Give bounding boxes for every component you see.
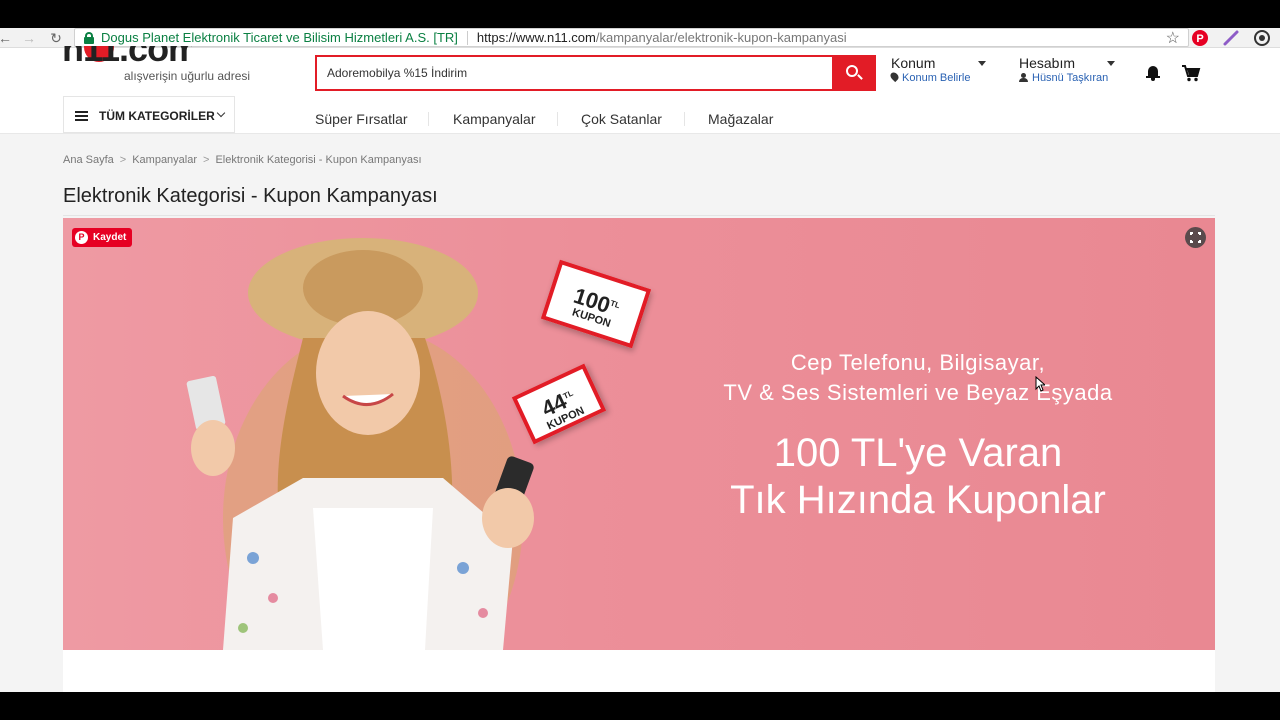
address-divider [466, 30, 468, 45]
pen-extension-icon[interactable] [1222, 29, 1240, 47]
location-pin-icon [888, 70, 901, 83]
location-menu[interactable]: Konum Konum Belirle [888, 55, 987, 87]
breadcrumb-campaigns[interactable]: Kampanyalar [132, 154, 197, 166]
campaign-banner[interactable]: 100TL KUPON 44TL KUPON Cep Telefonu, Bil… [63, 218, 1215, 650]
menu-icon [75, 111, 88, 121]
chevron-down-icon [216, 108, 226, 118]
content-card [63, 650, 1215, 692]
pinterest-icon: P [75, 231, 88, 244]
letterbox-bottom [0, 692, 1280, 720]
bookmark-star-icon[interactable]: ☆ [1166, 28, 1180, 48]
address-bar[interactable]: Dogus Planet Elektronik Ticaret ve Bilis… [74, 28, 1189, 47]
location-sub: Konum Belirle [888, 70, 987, 84]
fullscreen-icon[interactable] [1185, 227, 1206, 248]
notification-bell-icon[interactable] [1146, 65, 1160, 81]
svg-text:P: P [1196, 33, 1203, 45]
browser-toolbar: ← → ↻ Dogus Planet Elektronik Ticaret ve… [0, 28, 1280, 48]
all-categories-button[interactable]: TÜM KATEGORİLER [63, 96, 235, 133]
user-icon [1019, 73, 1028, 82]
certificate-name: Dogus Planet Elektronik Ticaret ve Bilis… [101, 30, 458, 45]
pinterest-extension-icon[interactable]: P [1191, 29, 1209, 47]
logo-text: n11.com [62, 46, 192, 69]
search-input[interactable] [317, 57, 817, 89]
lock-icon [83, 31, 95, 44]
categories-label: TÜM KATEGORİLER [99, 109, 215, 123]
search-button[interactable] [832, 55, 876, 91]
menu-stores[interactable]: Mağazalar [708, 111, 773, 127]
url-host: https://www.n11.com [476, 30, 596, 45]
menu-campaigns[interactable]: Kampanyalar [453, 111, 536, 127]
cart-icon[interactable] [1181, 64, 1201, 82]
banner-subheading: Cep Telefonu, Bilgisayar, TV & Ses Siste… [723, 350, 1113, 405]
forward-icon[interactable]: → [18, 29, 40, 47]
breadcrumb: Ana Sayfa > Kampanyalar > Elektronik Kat… [63, 154, 422, 166]
breadcrumb-home[interactable]: Ana Sayfa [63, 154, 114, 166]
chevron-down-icon [978, 61, 986, 66]
title-divider [63, 215, 1215, 216]
back-icon[interactable]: ← [0, 29, 16, 47]
breadcrumb-current: Elektronik Kategorisi - Kupon Kampanyası [215, 154, 422, 166]
account-title: Hesabım [1019, 55, 1076, 71]
menu-divider [557, 112, 558, 126]
banner-headline: 100 TL'ye Varan Tık Hızında Kuponlar [730, 431, 1106, 522]
location-title: Konum [891, 55, 936, 71]
account-menu[interactable]: Hesabım Hüsnü Taşkıran [1019, 55, 1119, 87]
url-path: /kampanyalar/elektronik-kupon-kampanyasi [595, 30, 847, 45]
account-user: Hüsnü Taşkıran [1019, 72, 1119, 84]
browser-window: ← → ↻ Dogus Planet Elektronik Ticaret ve… [0, 28, 1280, 692]
reload-icon[interactable]: ↻ [45, 29, 67, 47]
letterbox-top [0, 0, 1280, 28]
menu-divider [428, 112, 429, 126]
menu-divider [684, 112, 685, 126]
mouse-cursor-icon [1035, 376, 1045, 392]
chevron-down-icon [1107, 61, 1115, 66]
pinterest-save-button[interactable]: P Kaydet [72, 228, 133, 247]
breadcrumb-separator: > [203, 154, 210, 166]
breadcrumb-separator: > [119, 154, 127, 166]
search-bar [315, 55, 876, 91]
page-title: Elektronik Kategorisi - Kupon Kampanyası [63, 185, 438, 207]
menu-best-sellers[interactable]: Çok Satanlar [581, 111, 662, 127]
extension-icon[interactable] [1253, 29, 1271, 47]
site-slogan: alışverişin uğurlu adresi [124, 69, 251, 83]
menu-super-deals[interactable]: Süper Fırsatlar [315, 111, 408, 127]
